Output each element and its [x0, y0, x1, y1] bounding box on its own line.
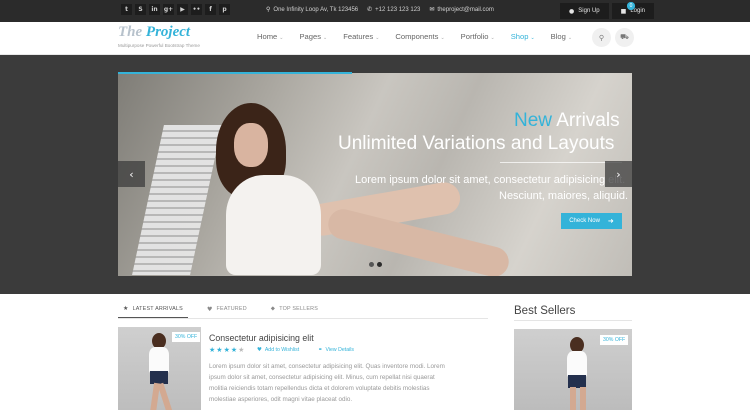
social-links: t S in g+ ▶ •• f p: [121, 4, 230, 15]
address-text: One Infinity Loop Av, Tk 123456: [273, 6, 359, 13]
rating-star-icon: ★: [209, 346, 216, 354]
twitter-icon[interactable]: t: [121, 4, 132, 15]
signup-label: Sign Up: [578, 8, 600, 14]
slider-progress-line: [118, 72, 352, 74]
facebook-icon[interactable]: f: [205, 4, 216, 15]
email-text[interactable]: theproject@mail.com: [437, 7, 493, 13]
nav-item-blog[interactable]: Blog ⌄: [551, 32, 572, 41]
rating-star-icon: ★: [223, 346, 230, 354]
pinterest-icon[interactable]: p: [219, 4, 230, 15]
cart-icon: ⛟: [620, 33, 629, 41]
flickr-icon[interactable]: ••: [191, 4, 202, 15]
linkedin-icon[interactable]: in: [149, 4, 160, 15]
link-icon: ⚭: [318, 347, 323, 353]
site-header: The Project Multipurpose Powerful Bootst…: [0, 2, 750, 55]
slider-prev-button[interactable]: ‹: [118, 161, 145, 187]
slider-dot[interactable]: [377, 262, 382, 267]
chevron-down-icon: ⌄: [375, 35, 380, 41]
slide-subtitle: Unlimited Variations and Layouts: [338, 133, 615, 154]
lock-icon: ■: [620, 7, 627, 15]
view-details-link[interactable]: ⚭ View Details: [318, 347, 354, 353]
chevron-down-icon: ⌄: [490, 35, 495, 41]
logo[interactable]: The Project: [118, 24, 190, 41]
best-seller-sale-badge: 30% OFF: [600, 335, 629, 345]
phone: ✆ +12 123 123 123: [367, 6, 420, 13]
email[interactable]: ✉ theproject@mail.com: [429, 6, 493, 13]
slider-next-button[interactable]: ›: [605, 161, 632, 187]
product-tabs: ★ LATEST ARRIVALS ♥ FEATURED ⬥ TOP SELLE…: [118, 305, 323, 318]
nav-item-features[interactable]: Features ⌄: [343, 32, 379, 41]
nav-item-portfolio[interactable]: Portfolio ⌄: [461, 32, 495, 41]
address: ⚲ One Infinity Loop Av, Tk 123456: [266, 6, 358, 13]
sale-badge: 30% OFF: [172, 332, 201, 342]
nav-item-pages[interactable]: Pages ⌄: [299, 32, 327, 41]
nav-item-shop[interactable]: Shop ⌄: [511, 32, 535, 41]
cart-count-badge-visible: 0: [627, 2, 635, 10]
product-title[interactable]: Consectetur adipisicing elit: [209, 333, 314, 343]
chevron-down-icon: ⌄: [323, 35, 328, 41]
rating-star-icon: ★: [216, 346, 223, 354]
heart-icon: ♥: [206, 305, 213, 313]
cart-button[interactable]: ⛟: [615, 28, 634, 47]
contact-info: ⚲ One Infinity Loop Av, Tk 123456 ✆ +12 …: [266, 6, 494, 13]
slide-text-line1: Lorem ipsum dolor sit amet, consectetur …: [355, 174, 626, 186]
rating-star-icon: ★: [238, 346, 245, 354]
main-nav: Home ⌄ Pages ⌄ Features ⌄ Components ⌄ Portf…: [257, 32, 572, 41]
add-to-wishlist-link[interactable]: ♥ Add to Wishlist: [257, 347, 299, 353]
best-sellers-title: Best Sellers: [514, 305, 576, 317]
best-sellers-divider: [514, 320, 632, 321]
chevron-left-icon: ‹: [129, 167, 134, 181]
chevron-down-icon: ⌄: [567, 35, 573, 41]
heart-icon: ♥: [257, 347, 262, 353]
tabs-divider: [118, 318, 488, 319]
slide-separator: [500, 162, 622, 163]
top-bar: t S in g+ ▶ •• f p ⚲ One Infinity Loop A…: [0, 0, 750, 22]
tagline: Multipurpose Powerful Bootstrap Theme: [118, 43, 200, 48]
product-description: Lorem ipsum dolor sit amet, consectetur …: [209, 363, 445, 403]
nav-item-home[interactable]: Home ⌄: [257, 32, 283, 41]
slider-dots: [369, 262, 382, 267]
check-now-button[interactable]: Check Now ➜: [561, 213, 622, 229]
chevron-down-icon: ⌄: [440, 35, 445, 41]
chevron-down-icon: ⌄: [279, 35, 284, 41]
googleplus-icon[interactable]: g+: [163, 4, 174, 15]
product-rating: ★ ★ ★ ★ ★: [209, 346, 244, 354]
tab-top-sellers[interactable]: ⬥ TOP SELLERS: [266, 305, 323, 318]
star-icon: ★: [123, 305, 129, 312]
search-icon: ⚲: [598, 33, 605, 42]
logo-part2: Project: [145, 24, 191, 40]
tab-latest-arrivals[interactable]: ★ LATEST ARRIVALS: [118, 305, 188, 318]
nav-item-components[interactable]: Components ⌄: [395, 32, 444, 41]
map-marker-icon: ⚲: [266, 6, 271, 13]
rating-star-icon: ★: [230, 346, 238, 354]
arrow-right-icon: ➜: [607, 217, 614, 225]
user-icon: ●: [569, 7, 575, 15]
logo-part1: The: [118, 24, 146, 40]
signup-button[interactable]: ● Sign Up: [560, 3, 609, 19]
search-button[interactable]: ⚲: [592, 28, 611, 47]
youtube-icon[interactable]: ▶: [177, 4, 188, 15]
phone-text: +12 123 123 123: [375, 6, 421, 13]
slider-dot[interactable]: [369, 262, 374, 267]
auth-buttons: ● Sign Up ■ Login: [560, 3, 654, 19]
chevron-down-icon: ⌄: [530, 35, 535, 41]
slide-title: New Arrivals: [514, 110, 620, 131]
slide-text-line2: Nesciunt, maiores, aliquid.: [499, 190, 629, 202]
tag-icon: ⬥: [270, 305, 276, 312]
skype-icon[interactable]: S: [135, 4, 146, 15]
tab-featured[interactable]: ♥ FEATURED: [202, 305, 252, 318]
window-blind-image: [132, 125, 222, 275]
model-photo: [216, 103, 512, 276]
phone-icon: ✆: [367, 6, 373, 13]
envelope-icon: ✉: [429, 6, 435, 13]
chevron-right-icon: ›: [616, 167, 621, 181]
check-now-label: Check Now: [569, 218, 600, 224]
